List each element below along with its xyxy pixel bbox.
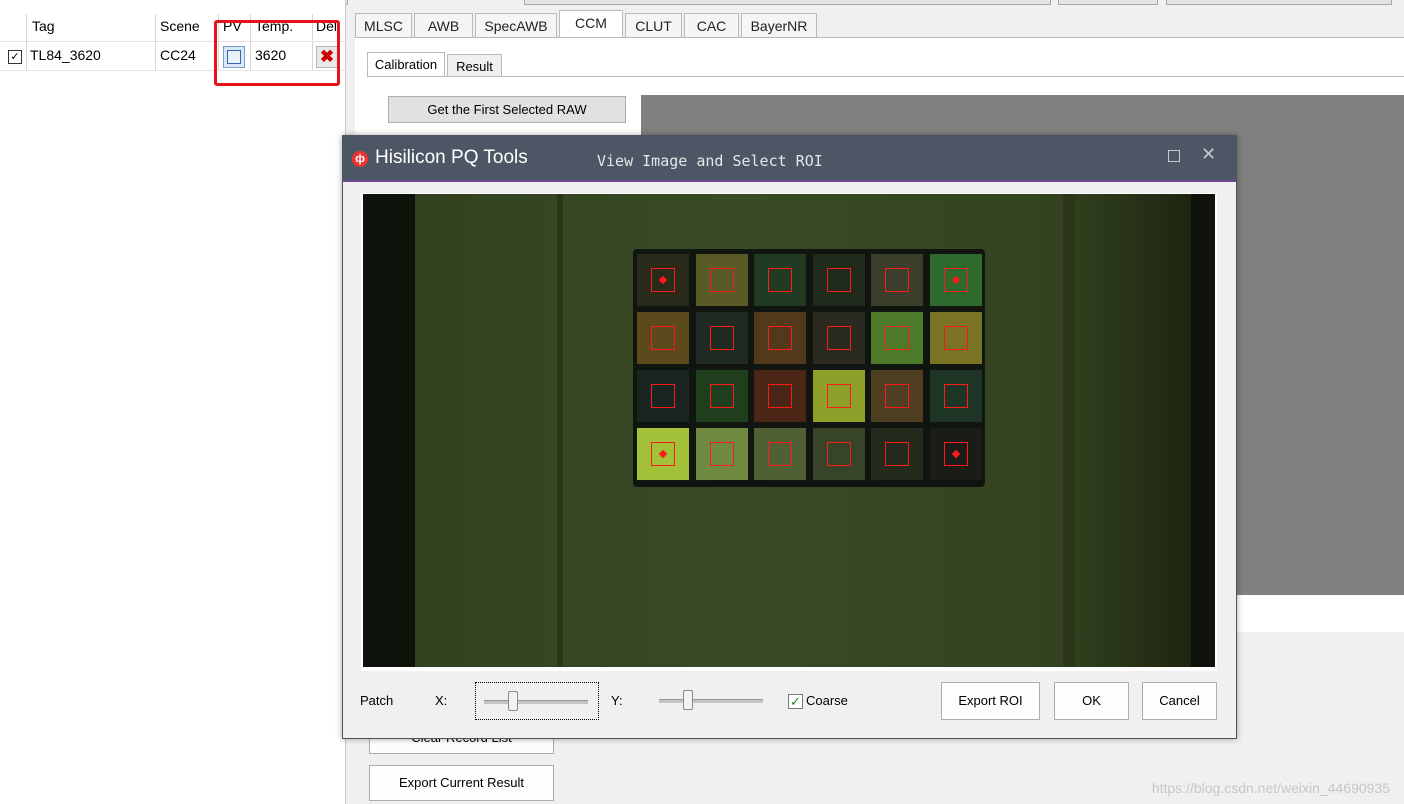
export-current-result-button[interactable]: Export Current Result: [369, 765, 554, 801]
roi-marker: [709, 384, 734, 408]
tab-calibration[interactable]: Calibration: [367, 52, 445, 76]
close-icon[interactable]: ✕: [1201, 144, 1216, 165]
row-scene: CC24: [160, 47, 196, 63]
title-accent: [343, 180, 1236, 182]
toolbar-button[interactable]: [1166, 0, 1392, 5]
tab-awb[interactable]: AWB: [414, 13, 473, 37]
tab-cac[interactable]: CAC: [684, 13, 739, 37]
tab-result[interactable]: Result: [447, 54, 502, 76]
ok-button[interactable]: OK: [1054, 682, 1129, 720]
color-patch[interactable]: [754, 428, 806, 480]
color-patch[interactable]: [929, 428, 982, 480]
image-wall-edge: [557, 194, 563, 667]
roi-marker: [709, 326, 734, 350]
color-patch[interactable]: [637, 312, 689, 364]
x-slider-thumb[interactable]: [507, 691, 518, 711]
subtab-divider: [367, 76, 1404, 77]
roi-marker: [885, 442, 909, 466]
patch-label: Patch: [360, 693, 394, 708]
roi-marker: [885, 384, 909, 408]
roi-marker: [651, 326, 675, 350]
color-patch[interactable]: [812, 428, 865, 480]
y-slider-track: [659, 699, 763, 703]
roi-marker: [651, 268, 675, 292]
row-checkbox[interactable]: ✓: [8, 50, 22, 64]
roi-marker: [826, 442, 851, 466]
column-header-tag: Tag: [32, 18, 55, 34]
coarse-checkbox[interactable]: ✓: [788, 694, 803, 709]
row-tag: TL84_3620: [30, 47, 101, 63]
color-patch[interactable]: [871, 428, 923, 480]
x-slider-track: [484, 700, 588, 704]
app-name: Hisilicon PQ Tools: [375, 147, 528, 168]
get-first-raw-button[interactable]: Get the First Selected RAW: [388, 96, 626, 123]
color-patch[interactable]: [871, 370, 923, 422]
tab-specawb[interactable]: SpecAWB: [475, 13, 557, 37]
color-patch[interactable]: [754, 312, 806, 364]
x-label: X:: [435, 693, 448, 708]
color-patch[interactable]: [871, 254, 923, 306]
y-label: Y:: [611, 693, 623, 708]
roi-marker: [768, 384, 792, 408]
color-patch[interactable]: [812, 254, 865, 306]
roi-marker: [709, 268, 734, 292]
column-header-scene: Scene: [160, 18, 200, 34]
watermark: https://blog.csdn.net/weixin_44690935: [1151, 780, 1390, 796]
color-patch[interactable]: [637, 370, 689, 422]
roi-marker: [651, 442, 675, 466]
dialog-title: View Image and Select ROI: [597, 152, 823, 170]
export-roi-button[interactable]: Export ROI: [941, 682, 1040, 720]
y-slider[interactable]: [653, 682, 777, 720]
color-patch[interactable]: [695, 254, 748, 306]
color-patch[interactable]: [695, 312, 748, 364]
color-patch[interactable]: [754, 254, 806, 306]
image-wall-edge: [1063, 194, 1075, 667]
tab-bayernr[interactable]: BayerNR: [741, 13, 817, 37]
roi-dialog: ф Hisilicon PQ Tools View Image and Sele…: [342, 135, 1237, 739]
toolbar-field[interactable]: [524, 0, 1051, 5]
roi-marker: [943, 384, 968, 408]
x-slider[interactable]: [475, 682, 599, 720]
color-patch[interactable]: [812, 312, 865, 364]
coarse-label: Coarse: [806, 693, 848, 708]
color-patch[interactable]: [929, 254, 982, 306]
color-patch[interactable]: [929, 370, 982, 422]
color-patch[interactable]: [695, 428, 748, 480]
roi-marker: [768, 268, 792, 292]
color-patch[interactable]: [637, 254, 689, 306]
color-patch[interactable]: [754, 370, 806, 422]
color-patch[interactable]: [637, 428, 689, 480]
cancel-button[interactable]: Cancel: [1142, 682, 1217, 720]
roi-marker: [709, 442, 734, 466]
y-slider-thumb[interactable]: [682, 690, 693, 710]
maximize-icon[interactable]: [1168, 150, 1180, 162]
color-patch[interactable]: [812, 370, 865, 422]
colorchecker-board: [633, 249, 985, 487]
roi-marker: [826, 384, 851, 408]
camera-image[interactable]: [363, 194, 1215, 667]
roi-marker: [768, 326, 792, 350]
roi-marker: [885, 326, 909, 350]
roi-marker: [826, 268, 851, 292]
roi-marker: [943, 442, 968, 466]
roi-marker: [943, 268, 968, 292]
image-dark-edge: [1191, 194, 1215, 667]
tab-clut[interactable]: CLUT: [625, 13, 682, 37]
image-dark-edge: [363, 194, 415, 667]
roi-marker: [826, 326, 851, 350]
tab-mlsc[interactable]: MLSC: [355, 13, 412, 37]
roi-marker: [943, 326, 968, 350]
roi-marker: [885, 268, 909, 292]
roi-marker: [768, 442, 792, 466]
roi-marker: [651, 384, 675, 408]
toolbar-button[interactable]: [1058, 0, 1158, 5]
app-logo-icon: ф: [352, 151, 368, 167]
tab-ccm[interactable]: CCM: [559, 10, 623, 37]
color-patch[interactable]: [929, 312, 982, 364]
color-patch[interactable]: [695, 370, 748, 422]
dialog-titlebar: ф Hisilicon PQ Tools View Image and Sele…: [343, 136, 1236, 180]
highlight-annotation: [214, 20, 340, 86]
color-patch[interactable]: [871, 312, 923, 364]
record-table: Tag Scene PV Temp. Del ✓ TL84_3620 CC24 …: [0, 0, 346, 804]
